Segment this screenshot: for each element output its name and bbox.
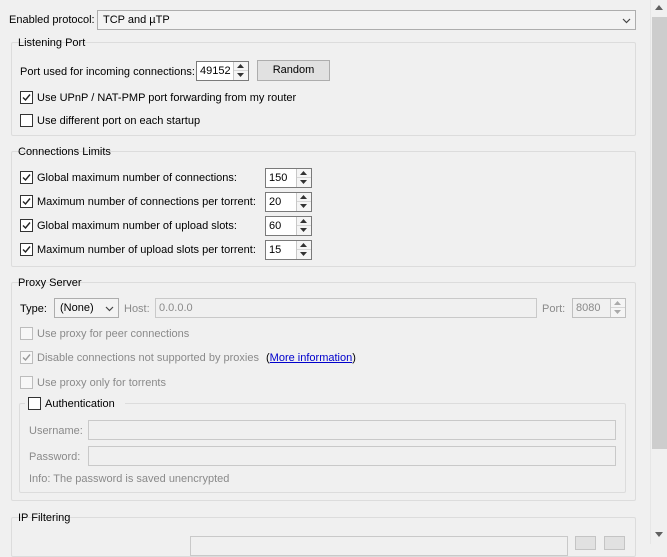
caret-up-icon <box>237 64 244 68</box>
proxy-type-select[interactable]: (None) <box>54 298 119 318</box>
password-label: Password: <box>29 451 81 463</box>
more-information-close-paren: ) <box>352 352 356 364</box>
global-max-upload-slots-value: 60 <box>269 220 282 232</box>
different-port-checkbox[interactable] <box>20 114 33 127</box>
spin-down-button[interactable] <box>234 71 248 80</box>
proxy-peer-connections-label: Use proxy for peer connections <box>37 328 190 340</box>
caret-up-icon <box>655 5 663 10</box>
spin-down-button[interactable] <box>297 202 311 211</box>
proxy-host-input[interactable]: 0.0.0.0 <box>155 298 537 318</box>
ip-filter-browse-button[interactable] <box>575 536 596 550</box>
check-icon <box>22 198 31 206</box>
chevron-down-icon <box>622 18 631 24</box>
caret-up-icon <box>300 219 307 223</box>
proxy-only-torrents-label: Use proxy only for torrents <box>37 377 166 389</box>
caret-down-icon <box>300 180 307 184</box>
disable-unsupported-connections-label: Disable connections not supported by pro… <box>37 352 259 364</box>
caret-up-icon <box>300 195 307 199</box>
caret-down-icon <box>300 252 307 256</box>
spin-down-button[interactable] <box>611 308 625 317</box>
max-connections-per-torrent-spinbox[interactable]: 20 <box>265 192 312 212</box>
spin-down-button[interactable] <box>297 178 311 187</box>
max-upload-slots-per-torrent-label: Maximum number of upload slots per torre… <box>37 244 256 256</box>
check-icon <box>22 174 31 182</box>
caret-up-icon <box>300 171 307 175</box>
upnp-label: Use UPnP / NAT-PMP port forwarding from … <box>37 92 297 104</box>
enabled-protocol-label: Enabled protocol: <box>9 14 95 26</box>
password-info-text: Info: The password is saved unencrypted <box>29 473 230 485</box>
chevron-down-icon <box>105 306 114 312</box>
caret-down-icon <box>655 532 663 537</box>
max-upload-slots-per-torrent-value: 15 <box>269 244 282 256</box>
more-information-link[interactable]: More information <box>270 352 353 364</box>
scroll-down-button[interactable] <box>651 527 667 544</box>
caret-up-icon <box>614 301 621 305</box>
proxy-type-label: Type: <box>20 303 47 315</box>
proxy-host-value: 0.0.0.0 <box>159 302 193 314</box>
more-information-wrapper: (More information) <box>266 351 356 365</box>
proxy-server-title: Proxy Server <box>18 277 82 289</box>
different-port-label: Use different port on each startup <box>37 115 201 127</box>
spin-up-button[interactable] <box>297 193 311 202</box>
max-connections-per-torrent-checkbox[interactable] <box>20 195 33 208</box>
spin-up-button[interactable] <box>234 62 248 71</box>
spin-down-button[interactable] <box>297 226 311 235</box>
upnp-checkbox[interactable] <box>20 91 33 104</box>
proxy-host-label: Host: <box>124 303 150 315</box>
caret-down-icon <box>300 204 307 208</box>
ip-filtering-title: IP Filtering <box>18 512 71 524</box>
spin-down-button[interactable] <box>297 250 311 259</box>
caret-up-icon <box>300 243 307 247</box>
spin-up-button[interactable] <box>611 299 625 308</box>
global-max-upload-slots-spinbox[interactable]: 60 <box>265 216 312 236</box>
check-icon <box>22 94 31 102</box>
username-label: Username: <box>29 425 83 437</box>
max-connections-per-torrent-label: Maximum number of connections per torren… <box>37 196 256 208</box>
max-connections-per-torrent-value: 20 <box>269 196 282 208</box>
enabled-protocol-select[interactable]: TCP and µTP <box>97 10 636 30</box>
check-icon <box>22 246 31 254</box>
proxy-port-spinbox[interactable]: 8080 <box>572 298 626 318</box>
proxy-port-value: 8080 <box>576 302 601 314</box>
scrollbar-thumb[interactable] <box>652 17 667 449</box>
authentication-checkbox[interactable] <box>28 397 41 410</box>
incoming-port-label: Port used for incoming connections: <box>20 66 195 78</box>
spin-up-button[interactable] <box>297 217 311 226</box>
ip-filter-path-input[interactable] <box>190 536 568 556</box>
max-upload-slots-per-torrent-spinbox[interactable]: 15 <box>265 240 312 260</box>
scroll-up-button[interactable] <box>651 0 667 17</box>
proxy-only-torrents-checkbox[interactable] <box>20 376 33 389</box>
proxy-peer-connections-checkbox[interactable] <box>20 327 33 340</box>
global-max-connections-label: Global maximum number of connections: <box>37 172 237 184</box>
disable-unsupported-connections-checkbox[interactable] <box>20 351 33 364</box>
check-icon <box>22 222 31 230</box>
listening-port-title: Listening Port <box>18 37 86 49</box>
enabled-protocol-value: TCP and µTP <box>103 14 170 26</box>
incoming-port-spinbox[interactable]: 49152 <box>196 61 249 81</box>
caret-down-icon <box>614 310 621 314</box>
spin-up-button[interactable] <box>297 241 311 250</box>
ip-filter-reload-button[interactable] <box>604 536 625 550</box>
global-max-connections-value: 150 <box>269 172 288 184</box>
caret-down-icon <box>300 228 307 232</box>
global-max-upload-slots-label: Global maximum number of upload slots: <box>37 220 237 232</box>
max-upload-slots-per-torrent-checkbox[interactable] <box>20 243 33 256</box>
connections-limits-title: Connections Limits <box>18 146 111 158</box>
proxy-type-value: (None) <box>60 302 94 314</box>
incoming-port-value: 49152 <box>200 65 231 77</box>
username-input[interactable] <box>88 420 616 440</box>
password-input[interactable] <box>88 446 616 466</box>
global-max-connections-checkbox[interactable] <box>20 171 33 184</box>
check-icon <box>22 354 31 362</box>
vertical-scrollbar[interactable] <box>650 0 667 544</box>
global-max-upload-slots-checkbox[interactable] <box>20 219 33 232</box>
caret-down-icon <box>237 73 244 77</box>
authentication-title: Authentication <box>45 398 115 410</box>
random-port-button[interactable]: Random <box>257 60 330 81</box>
global-max-connections-spinbox[interactable]: 150 <box>265 168 312 188</box>
spin-up-button[interactable] <box>297 169 311 178</box>
proxy-port-label: Port: <box>542 303 566 315</box>
